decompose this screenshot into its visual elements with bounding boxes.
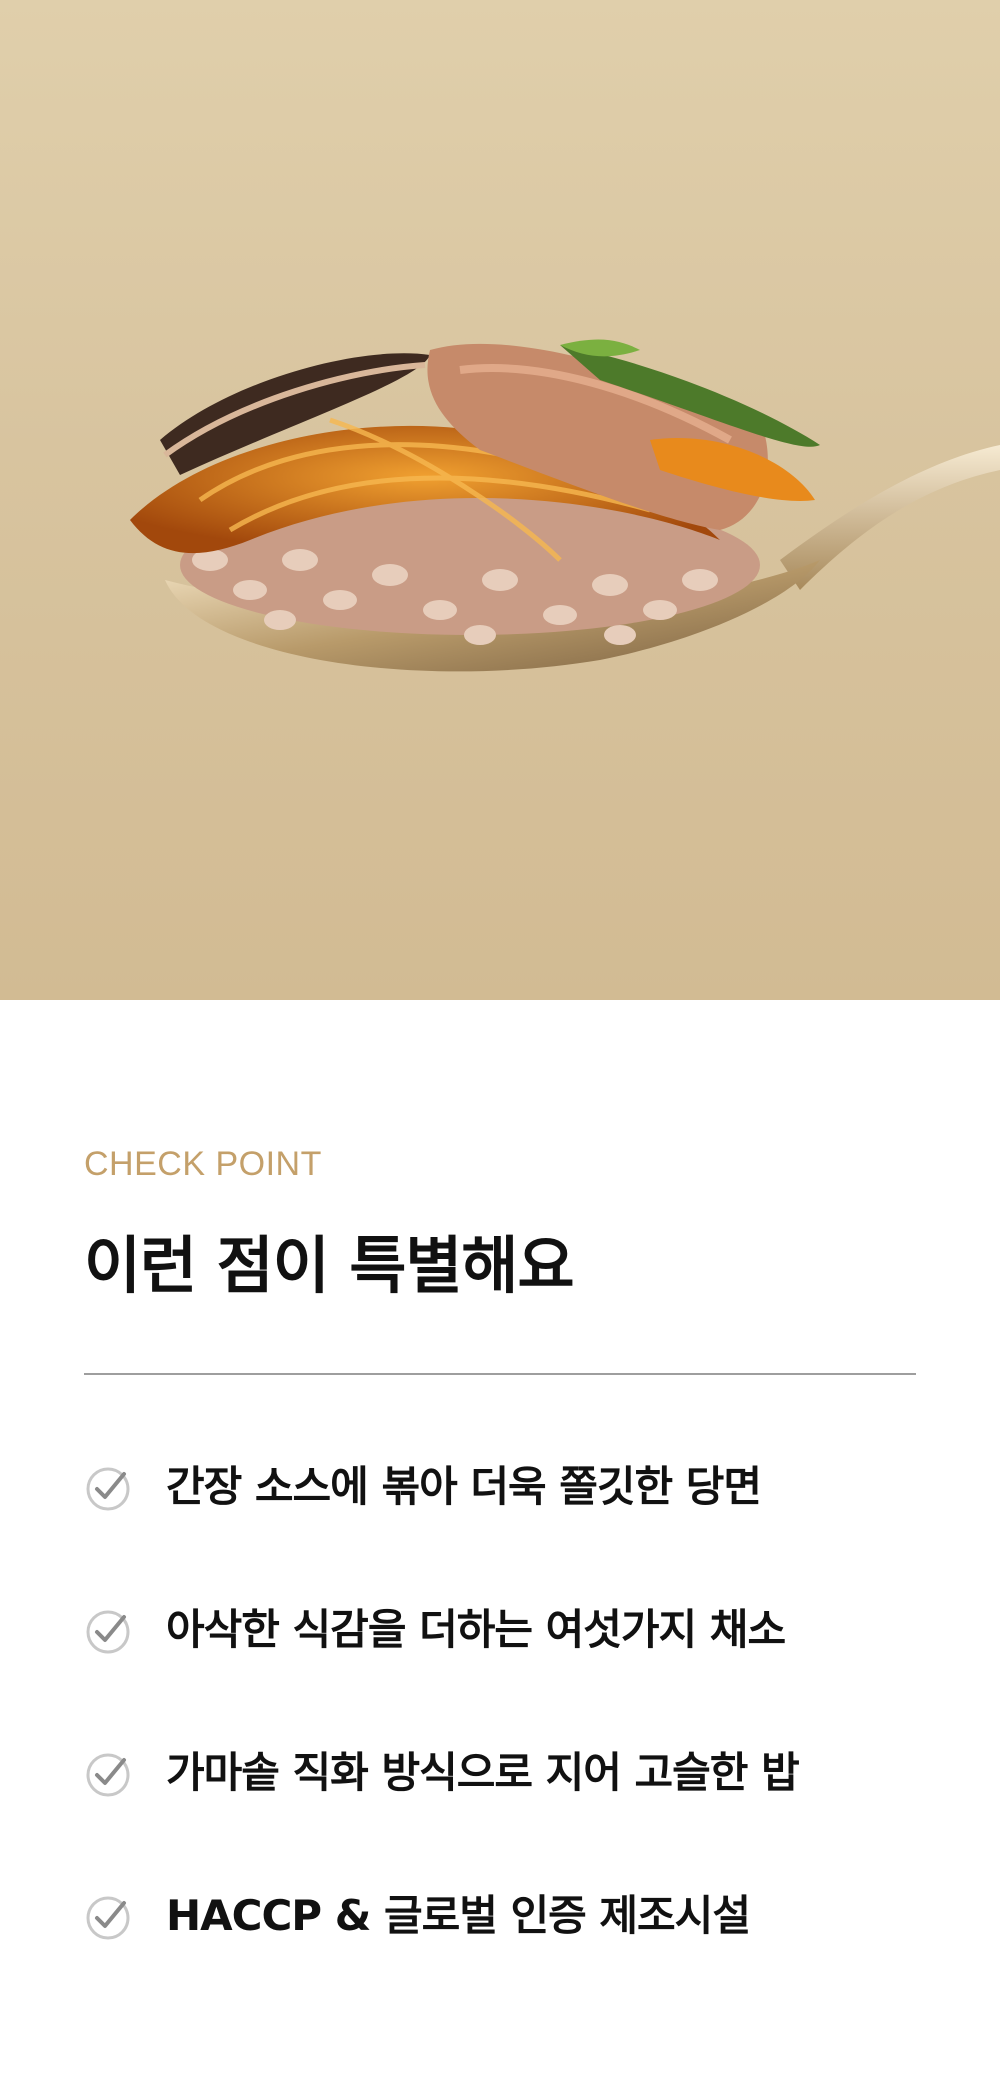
list-item-text: 가마솥 직화 방식으로 지어 고슬한 밥 — [166, 1748, 800, 1797]
list-item: 아삭한 식감을 더하는 여섯가지 채소 — [84, 1598, 916, 1741]
hero-image — [0, 0, 1000, 1000]
spoon-food-illustration — [130, 339, 1000, 672]
list-item-text: 아삭한 식감을 더하는 여섯가지 채소 — [166, 1605, 786, 1654]
check-circle-icon — [86, 1896, 130, 1940]
list-item: 간장 소스에 볶아 더욱 쫄깃한 당면 — [84, 1455, 916, 1598]
check-circle-icon — [86, 1467, 130, 1511]
check-circle-icon — [86, 1610, 130, 1654]
list-item: 가마솥 직화 방식으로 지어 고슬한 밥 — [84, 1741, 916, 1884]
product-detail-page: CHECK POINT 이런 점이 특별해요 간장 소스에 볶아 더욱 쫄깃한 … — [0, 0, 1000, 2098]
list-item: HACCP & 글로벌 인증 제조시설 — [84, 1884, 916, 2027]
list-item-text: 간장 소스에 볶아 더욱 쫄깃한 당면 — [166, 1462, 762, 1511]
section-eyebrow: CHECK POINT — [84, 1145, 322, 1183]
check-circle-icon — [86, 1753, 130, 1797]
section-title: 이런 점이 특별해요 — [84, 1229, 574, 1302]
divider — [84, 1373, 916, 1375]
feature-checklist: 간장 소스에 볶아 더욱 쫄깃한 당면 아삭한 식감을 더하는 여섯가지 채소 … — [84, 1455, 916, 2027]
list-item-text: HACCP & 글로벌 인증 제조시설 — [166, 1891, 751, 1940]
